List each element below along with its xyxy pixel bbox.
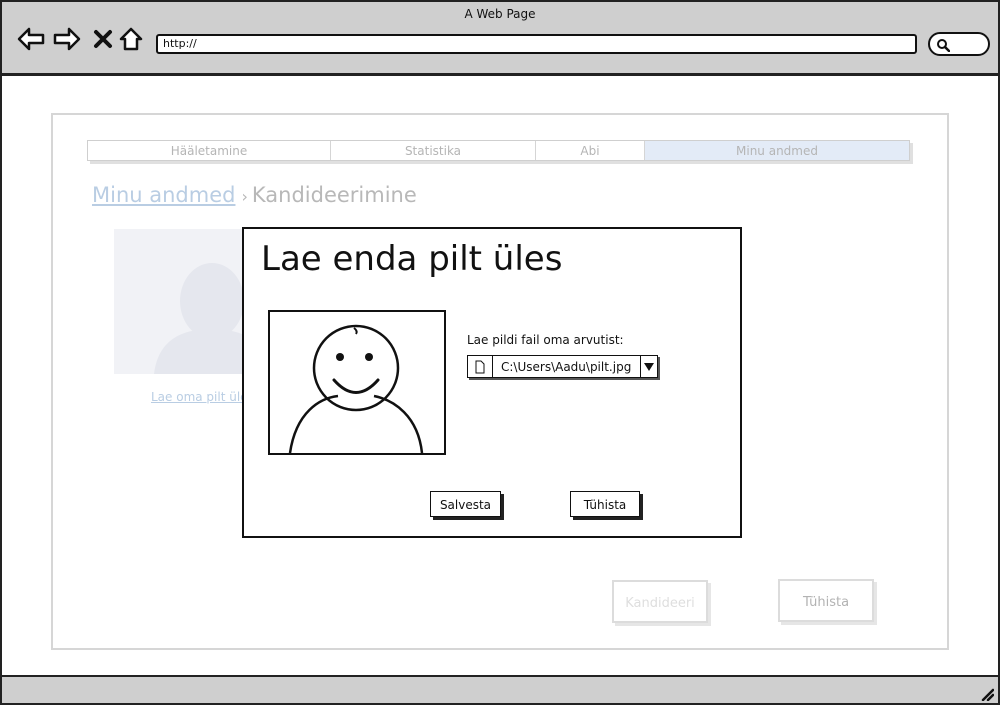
- cancel-button[interactable]: Tühista: [778, 579, 874, 622]
- browser-search-field[interactable]: [928, 32, 990, 56]
- breadcrumb-separator: ›: [241, 187, 248, 206]
- stop-icon[interactable]: [88, 24, 118, 54]
- photo-preview: [268, 310, 446, 455]
- upload-photo-link[interactable]: Lae oma pilt üle: [151, 390, 248, 404]
- search-icon: [937, 39, 950, 52]
- file-picker[interactable]: C:\Users\Aadu\pilt.jpg: [467, 355, 658, 378]
- dialog-cancel-button[interactable]: Tühista: [570, 491, 640, 517]
- person-silhouette-icon: [154, 263, 242, 374]
- dropdown-arrow-icon[interactable]: [640, 356, 657, 377]
- browser-toolbar: A Web Page http://: [0, 0, 1000, 76]
- dialog-title: Lae enda pilt üles: [261, 239, 563, 279]
- main-tabs: Hääletamine Statistika Abi Minu andmed: [87, 140, 910, 161]
- home-icon[interactable]: [116, 24, 146, 54]
- back-arrow-icon[interactable]: [16, 24, 46, 54]
- breadcrumb-current: Kandideerimine: [251, 183, 417, 207]
- window-title: A Web Page: [464, 7, 536, 21]
- file-path-value: C:\Users\Aadu\pilt.jpg: [501, 359, 632, 374]
- save-button[interactable]: Salvesta: [430, 491, 501, 517]
- resize-grip-icon[interactable]: [980, 687, 994, 701]
- tab-haaletamine[interactable]: Hääletamine: [88, 141, 331, 160]
- browser-window: A Web Page http:// Hääletamine Statistik…: [0, 0, 1000, 705]
- address-bar[interactable]: http://: [156, 34, 917, 54]
- file-upload-label: Lae pildi fail oma arvutist:: [467, 333, 624, 347]
- browser-status-bar: [0, 675, 1000, 705]
- upload-photo-dialog: Lae enda pilt üles Lae pildi fail oma ar…: [242, 227, 742, 538]
- breadcrumb-link-minu-andmed[interactable]: Minu andmed: [92, 183, 235, 207]
- profile-photo-placeholder: [114, 229, 242, 374]
- forward-arrow-icon[interactable]: [52, 24, 82, 54]
- file-icon: [468, 356, 493, 377]
- breadcrumb: Minu andmed › Kandideerimine: [92, 183, 417, 207]
- smiley-person-icon: [288, 324, 424, 453]
- tab-minu-andmed[interactable]: Minu andmed: [645, 141, 909, 160]
- tab-abi[interactable]: Abi: [536, 141, 645, 160]
- candidate-button[interactable]: Kandideeri: [612, 580, 708, 623]
- tab-statistika[interactable]: Statistika: [331, 141, 536, 160]
